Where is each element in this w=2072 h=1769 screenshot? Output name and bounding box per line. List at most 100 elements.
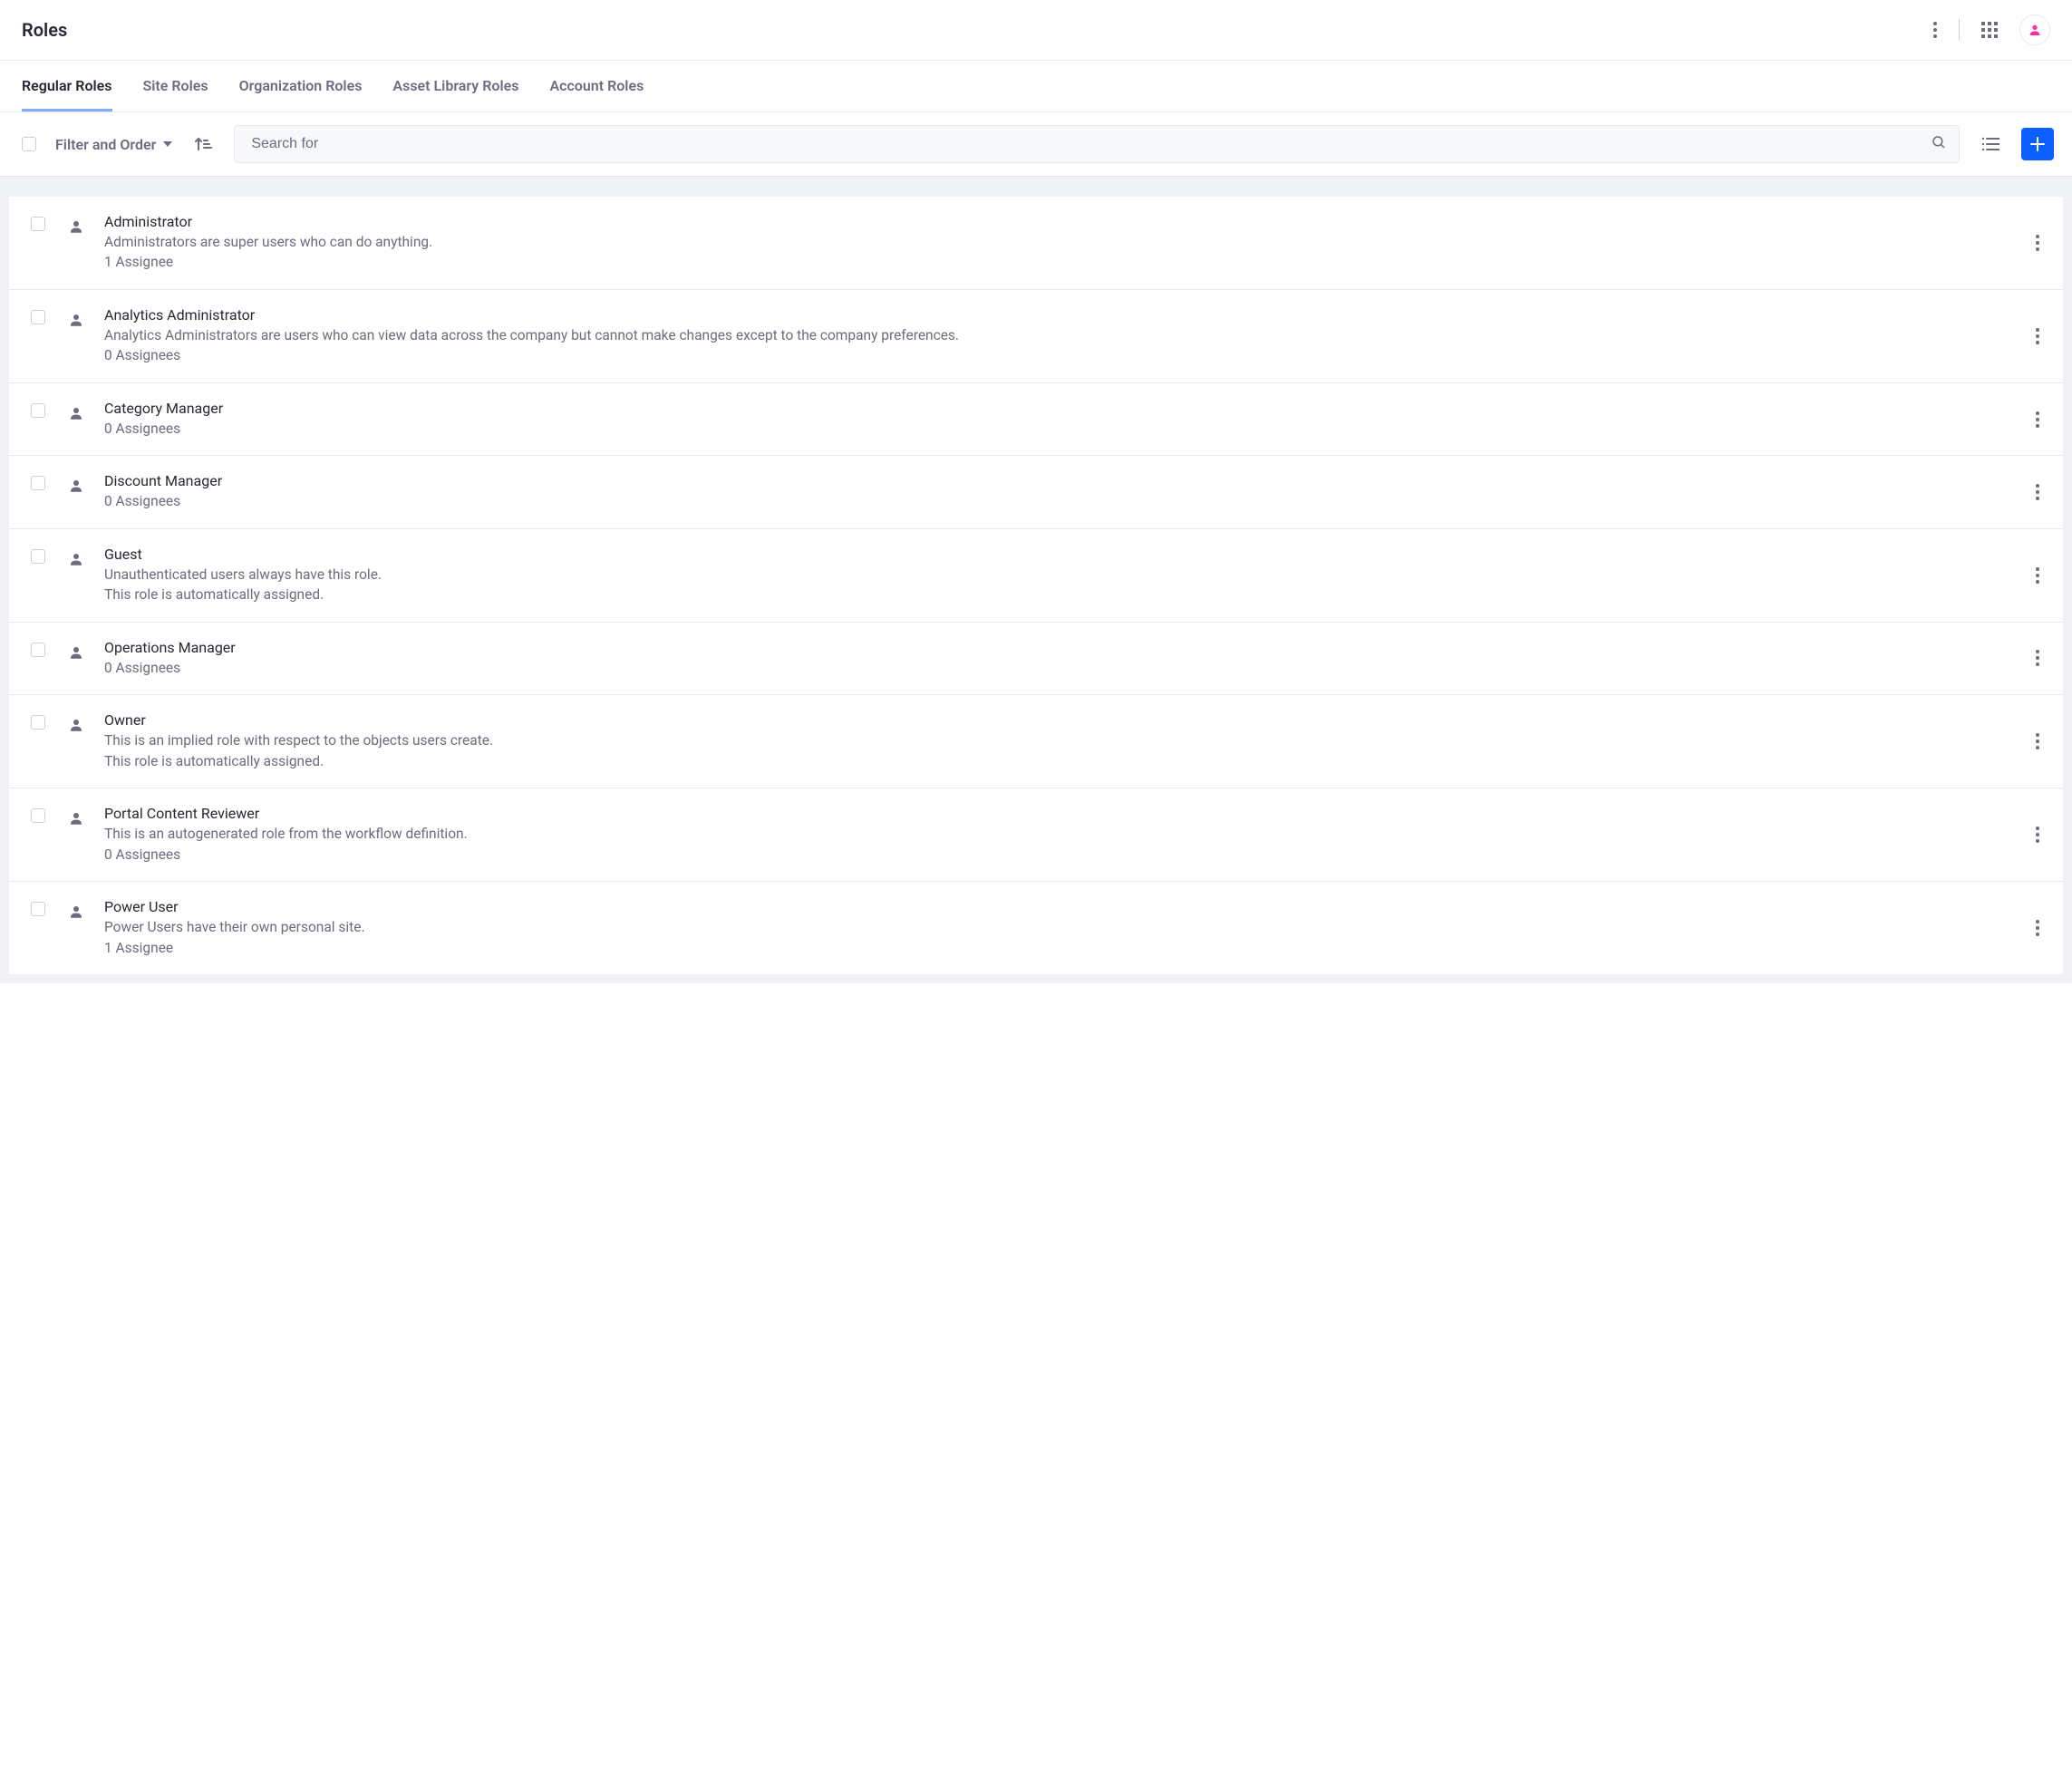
kebab-icon [2036, 235, 2039, 251]
sort-button[interactable] [189, 130, 218, 158]
roles-list: AdministratorAdministrators are super us… [9, 197, 2063, 974]
row-body: Discount Manager 0 Assignees [104, 472, 2010, 511]
filter-and-order-dropdown[interactable]: Filter and Order [55, 136, 172, 153]
row-kebab-button[interactable] [2030, 728, 2045, 755]
row-body: Portal Content ReviewerThis is an autoge… [104, 805, 2010, 865]
tabs: Regular Roles Site Roles Organization Ro… [0, 61, 2072, 112]
row-kebab-button[interactable] [2030, 644, 2045, 672]
page-title: Roles [22, 19, 67, 41]
role-assignees: 0 Assignees [104, 419, 2010, 439]
row-body: OwnerThis is an implied role with respec… [104, 711, 2010, 771]
person-icon [68, 904, 84, 923]
role-assignees: 0 Assignees [104, 845, 2010, 865]
table-row[interactable]: Guest Unauthenticated users always have t… [9, 529, 2063, 623]
person-icon [68, 551, 84, 571]
row-kebab-button[interactable] [2030, 406, 2045, 433]
role-auto-assigned: This role is automatically assigned. [104, 585, 2010, 604]
role-title: Discount Manager [104, 472, 2010, 489]
list-view-icon [1981, 137, 1999, 151]
table-row[interactable]: OwnerThis is an implied role with respec… [9, 695, 2063, 788]
row-select-checkbox[interactable] [31, 808, 45, 823]
person-icon [68, 717, 84, 737]
row-select-checkbox[interactable] [31, 549, 45, 564]
table-row[interactable]: Category Manager 0 Assignees [9, 383, 2063, 456]
table-row[interactable]: Operations Manager0 Assignees [9, 623, 2063, 695]
select-all-checkbox[interactable] [22, 137, 36, 151]
row-body: Analytics AdministratorAnalytics Adminis… [104, 306, 2010, 366]
kebab-icon [2036, 411, 2039, 428]
sort-icon [194, 136, 212, 152]
add-role-button[interactable] [2021, 128, 2054, 160]
row-kebab-button[interactable] [2030, 821, 2045, 848]
user-avatar[interactable] [2019, 14, 2050, 45]
row-kebab-button[interactable] [2030, 562, 2045, 589]
page-header: Roles [0, 0, 2072, 61]
role-assignees: 1 Assignee [104, 938, 2010, 958]
search-input[interactable] [234, 125, 1960, 163]
row-select-checkbox[interactable] [31, 403, 45, 418]
person-icon [68, 810, 84, 830]
table-row[interactable]: Discount Manager 0 Assignees [9, 456, 2063, 528]
row-select-checkbox[interactable] [31, 715, 45, 730]
grid-icon [1981, 22, 1998, 38]
row-kebab-button[interactable] [2030, 323, 2045, 350]
role-title: Analytics Administrator [104, 306, 2010, 324]
apps-grid-button[interactable] [1976, 16, 2003, 44]
row-select-checkbox[interactable] [31, 310, 45, 324]
role-title: Guest [104, 546, 2010, 563]
role-auto-assigned: This role is automatically assigned. [104, 751, 2010, 771]
role-title: Category Manager [104, 400, 2010, 417]
kebab-icon [2036, 733, 2039, 749]
row-kebab-button[interactable] [2030, 229, 2045, 256]
tab-site-roles[interactable]: Site Roles [143, 61, 208, 111]
person-icon [68, 312, 84, 332]
person-icon [68, 405, 84, 425]
role-description: Unauthenticated users always have this r… [104, 565, 2010, 585]
search-container [234, 125, 1960, 163]
table-row[interactable]: Portal Content ReviewerThis is an autoge… [9, 788, 2063, 882]
role-title: Owner [104, 711, 2010, 729]
kebab-icon [2036, 567, 2039, 584]
kebab-icon [2036, 920, 2039, 936]
header-actions [1928, 14, 2050, 45]
tab-regular-roles[interactable]: Regular Roles [22, 61, 112, 111]
row-select-checkbox[interactable] [31, 217, 45, 231]
role-description: Analytics Administrators are users who c… [104, 325, 2010, 345]
header-divider [1959, 19, 1960, 41]
role-title: Operations Manager [104, 639, 2010, 656]
row-body: Category Manager 0 Assignees [104, 400, 2010, 439]
kebab-icon [1933, 22, 1937, 38]
row-body: Operations Manager0 Assignees [104, 639, 2010, 678]
person-icon [68, 218, 84, 238]
kebab-icon [2036, 650, 2039, 666]
filter-and-order-label: Filter and Order [55, 136, 156, 153]
chevron-down-icon [163, 141, 172, 147]
table-row[interactable]: Power UserPower Users have their own per… [9, 882, 2063, 974]
row-body: Guest Unauthenticated users always have t… [104, 546, 2010, 605]
role-assignees: 0 Assignees [104, 491, 2010, 511]
role-description: Administrators are super users who can d… [104, 232, 2010, 252]
tab-asset-library-roles[interactable]: Asset Library Roles [392, 61, 518, 111]
table-row[interactable]: Analytics AdministratorAnalytics Adminis… [9, 290, 2063, 383]
tab-account-roles[interactable]: Account Roles [549, 61, 644, 111]
role-description: This is an implied role with respect to … [104, 730, 2010, 750]
role-description: Power Users have their own personal site… [104, 917, 2010, 937]
row-body: Power UserPower Users have their own per… [104, 898, 2010, 958]
row-kebab-button[interactable] [2030, 914, 2045, 942]
view-list-button[interactable] [1976, 131, 2005, 157]
table-row[interactable]: AdministratorAdministrators are super us… [9, 197, 2063, 290]
tab-organization-roles[interactable]: Organization Roles [239, 61, 363, 111]
kebab-icon [2036, 484, 2039, 500]
row-select-checkbox[interactable] [31, 902, 45, 916]
kebab-icon [2036, 328, 2039, 344]
role-title: Portal Content Reviewer [104, 805, 2010, 822]
row-select-checkbox[interactable] [31, 643, 45, 657]
row-select-checkbox[interactable] [31, 476, 45, 490]
header-kebab-button[interactable] [1928, 16, 1942, 44]
kebab-icon [2036, 826, 2039, 843]
row-kebab-button[interactable] [2030, 478, 2045, 506]
content-area: AdministratorAdministrators are super us… [0, 177, 2072, 983]
toolbar: Filter and Order [0, 112, 2072, 177]
role-assignees: 1 Assignee [104, 252, 2010, 272]
plus-icon [2029, 136, 2046, 152]
